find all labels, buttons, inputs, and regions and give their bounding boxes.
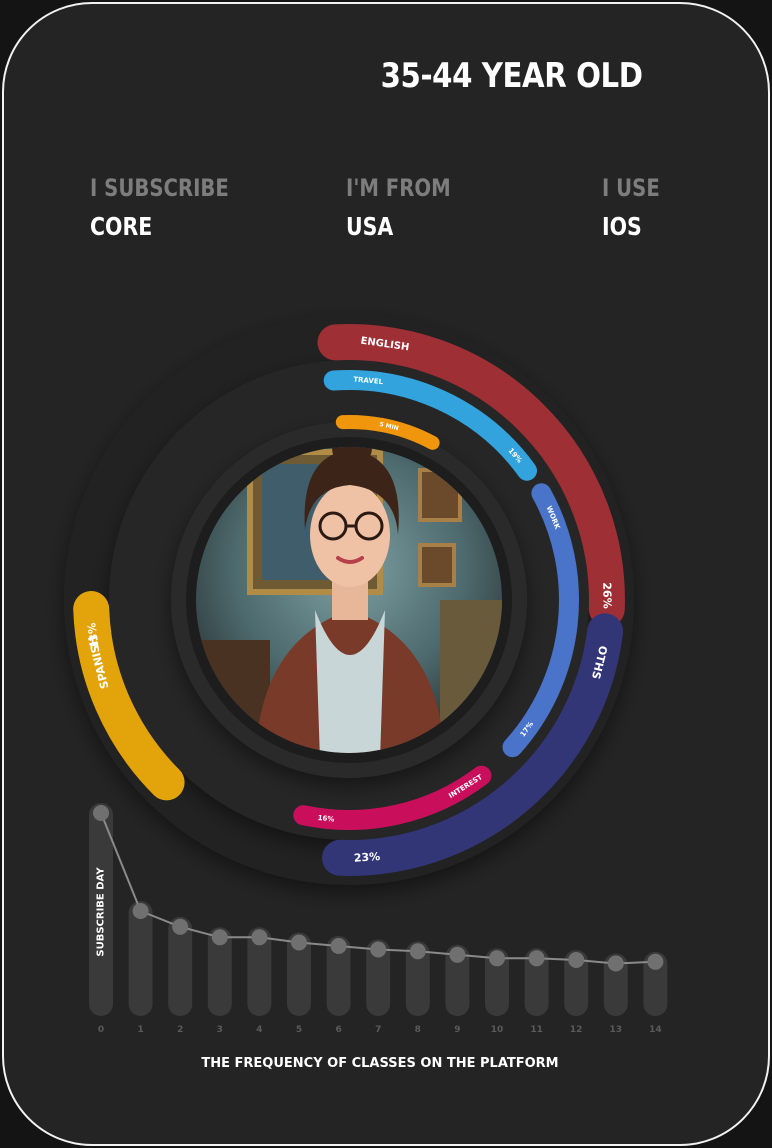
x-tick-label: 8 bbox=[415, 1025, 421, 1035]
x-tick-label: 4 bbox=[256, 1025, 262, 1035]
chart-title: THE FREQUENCY OF CLASSES ON THE PLATFORM bbox=[201, 1056, 558, 1071]
x-tick-label: 6 bbox=[335, 1025, 341, 1035]
frequency-point-0 bbox=[93, 805, 109, 821]
x-tick-label: 1 bbox=[137, 1025, 143, 1035]
frequency-point-11 bbox=[528, 950, 545, 967]
frequency-point-10 bbox=[489, 950, 505, 967]
x-tick-label: 2 bbox=[177, 1025, 183, 1035]
frequency-point-5 bbox=[291, 934, 307, 951]
frequency-point-6 bbox=[330, 938, 347, 954]
frequency-point-4 bbox=[251, 929, 268, 946]
frequency-point-2 bbox=[172, 918, 189, 935]
x-tick-label: 5 bbox=[296, 1025, 302, 1035]
x-tick-label: 7 bbox=[375, 1025, 381, 1035]
x-tick-label: 12 bbox=[570, 1025, 583, 1035]
frequency-point-3 bbox=[211, 929, 228, 946]
x-tick-label: 0 bbox=[98, 1025, 104, 1035]
frequency-point-13 bbox=[607, 955, 624, 972]
x-tick-label: 10 bbox=[491, 1025, 504, 1035]
x-tick-label: 9 bbox=[454, 1025, 460, 1035]
y-axis-label: SUBSCRIBE DAY bbox=[96, 867, 107, 957]
frequency-point-7 bbox=[370, 941, 387, 958]
frequency-point-12 bbox=[568, 952, 585, 968]
slice-value-english: 26% bbox=[600, 582, 613, 609]
frequency-point-9 bbox=[449, 946, 466, 963]
x-tick-label: 13 bbox=[610, 1025, 623, 1035]
frequency-point-1 bbox=[132, 903, 149, 919]
chart-canvas: ENGLISH26%OTHS23%SPANISH13%TRAVEL19%WORK… bbox=[64, 315, 668, 1071]
slice-value-oths: 23% bbox=[353, 850, 380, 865]
x-tick-label: 14 bbox=[649, 1025, 662, 1035]
x-tick-label: 3 bbox=[217, 1025, 223, 1035]
x-tick-label: 11 bbox=[530, 1025, 543, 1035]
frequency-point-14 bbox=[647, 953, 664, 970]
frequency-point-8 bbox=[409, 943, 426, 960]
